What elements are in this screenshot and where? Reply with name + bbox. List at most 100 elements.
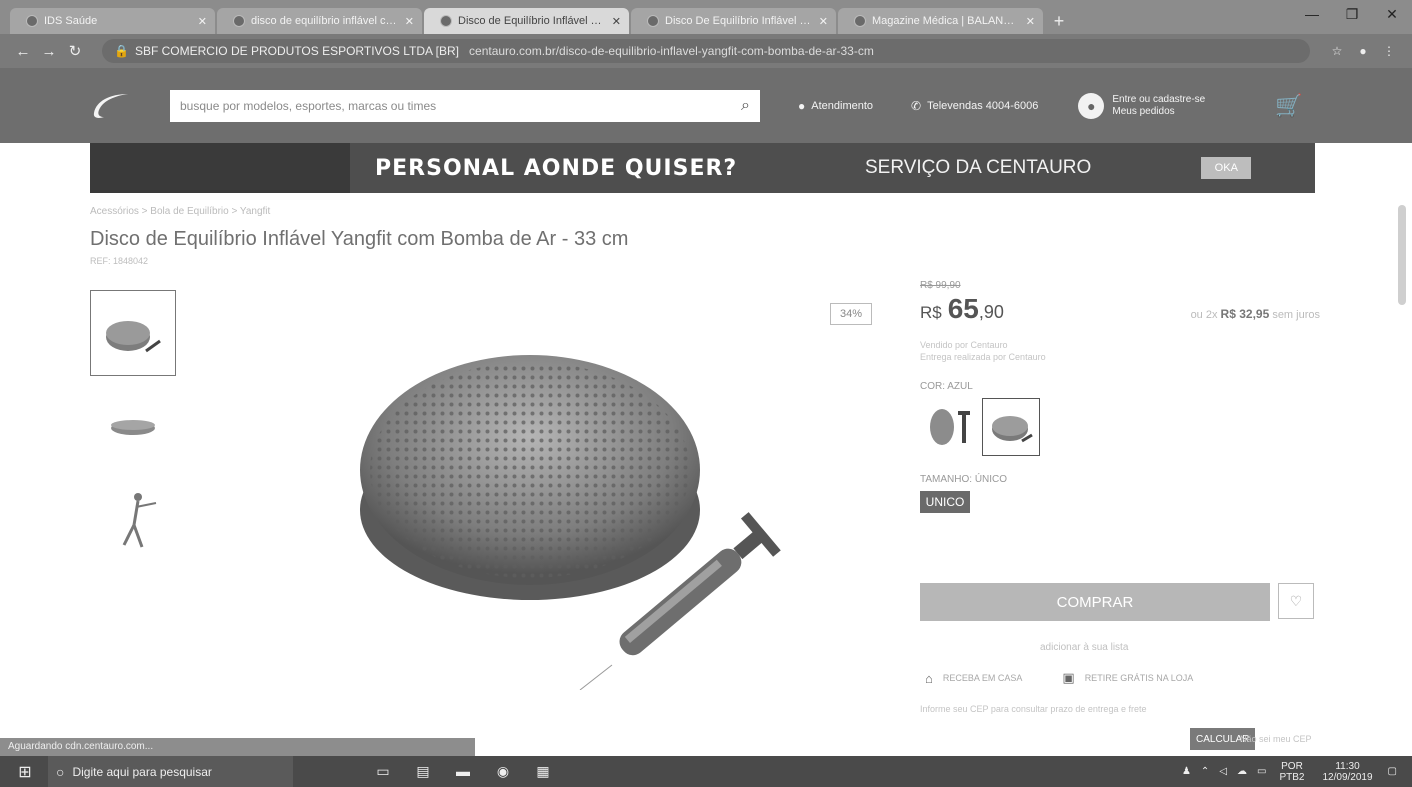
tab-favicon-icon xyxy=(26,15,38,27)
price-row: R$ 65 ,90 ou 2x R$ 32,95 sem juros xyxy=(920,293,1320,325)
delivered-by: Entrega realizada por Centauro xyxy=(920,352,1046,362)
chevron-up-icon[interactable]: ⌃ xyxy=(1201,766,1209,777)
search-placeholder: busque por modelos, esportes, marcas ou … xyxy=(180,98,437,113)
heart-icon[interactable]: ♡ xyxy=(1278,583,1314,619)
browser-tab[interactable]: Disco De Equilíbrio Inflável Cam ✕ xyxy=(631,8,836,34)
extension-icon[interactable]: ● xyxy=(1352,44,1374,58)
thumb-disc-image xyxy=(106,321,161,353)
window-controls: — ❐ ✕ xyxy=(1292,0,1412,28)
taskbar-clock[interactable]: 11:30 12/09/2019 xyxy=(1322,761,1372,783)
windows-start-icon[interactable]: ⊞ xyxy=(10,762,40,782)
close-window-icon[interactable]: ✕ xyxy=(1372,0,1412,28)
televendas-link[interactable]: ✆ Televendas 4004-6006 xyxy=(911,99,1038,113)
maximize-icon[interactable]: ❐ xyxy=(1332,0,1372,28)
orders-label: Meus pedidos xyxy=(1112,105,1175,117)
product-ref: REF: 1848042 xyxy=(90,256,149,266)
dont-know-cep-link[interactable]: Não sei meu CEP xyxy=(1240,734,1312,744)
url-input[interactable]: 🔒 SBF COMERCIO DE PRODUTOS ESPORTIVOS LT… xyxy=(102,39,1310,63)
page-scrollbar[interactable] xyxy=(1398,205,1406,305)
search-input[interactable]: busque por modelos, esportes, marcas ou … xyxy=(170,89,760,122)
minimize-icon[interactable]: — xyxy=(1292,0,1332,28)
thumb-disc-side-image xyxy=(111,420,155,435)
word-icon[interactable]: ▦ xyxy=(523,763,563,780)
taskbar-search-input[interactable]: ○ Digite aqui para pesquisar xyxy=(48,756,293,787)
close-icon[interactable]: ✕ xyxy=(198,15,207,28)
cart-icon[interactable]: 🛒 xyxy=(1275,93,1302,119)
browser-tab[interactable]: Magazine Médica | BALANCINHO ✕ xyxy=(838,8,1043,34)
taskbar-search-placeholder: Digite aqui para pesquisar xyxy=(72,764,212,779)
network-icon[interactable]: ▭ xyxy=(1257,766,1266,777)
promo-banner[interactable]: PERSONAL AONDE QUISER? SERVIÇO DA CENTAU… xyxy=(90,143,1315,193)
store-icon: ▣ xyxy=(1062,670,1075,685)
installments-suffix: sem juros xyxy=(1272,309,1320,321)
address-bar: ← → ↻ 🔒 SBF COMERCIO DE PRODUTOS ESPORTI… xyxy=(0,34,1412,68)
forward-icon[interactable]: → xyxy=(38,43,60,60)
color-option-disc[interactable] xyxy=(982,398,1040,456)
home-icon: ⌂ xyxy=(925,670,933,686)
add-to-list-link[interactable]: adicionar à sua lista xyxy=(1040,642,1128,653)
mail-icon[interactable]: ▬ xyxy=(443,763,483,780)
account-link[interactable]: ● Entre ou cadastre-se Meus pedidos xyxy=(1078,92,1206,119)
system-tray: ♟ ⌃ ◁ ☁ ▭ POR PTB2 11:30 12/09/2019 ▢ xyxy=(1177,761,1412,783)
size-option-unico[interactable]: UNICO xyxy=(920,491,970,513)
file-explorer-icon[interactable]: ▤ xyxy=(403,763,443,780)
login-label: Entre ou cadastre-se xyxy=(1112,93,1206,105)
product-main-image[interactable] xyxy=(330,310,790,690)
delivery-options: ⌂ RECEBA EM CASA ▣ RETIRE GRÁTIS NA LOJA xyxy=(925,670,1233,686)
lock-icon: 🔒 xyxy=(114,44,129,58)
language-indicator[interactable]: POR PTB2 xyxy=(1279,761,1304,783)
banner-service: SERVIÇO DA CENTAURO xyxy=(865,157,1092,178)
atendimento-link[interactable]: ● Atendimento xyxy=(798,99,873,113)
tab-favicon-icon xyxy=(233,15,245,27)
old-price: R$ 99,90 xyxy=(920,280,961,291)
atendimento-label: Atendimento xyxy=(811,99,874,112)
sold-by: Vendido por Centauro xyxy=(920,340,1008,350)
centauro-logo-icon[interactable] xyxy=(90,91,130,121)
price-cents: ,90 xyxy=(978,302,1004,322)
reload-icon[interactable]: ↻ xyxy=(64,42,86,60)
tab-favicon-icon xyxy=(440,15,452,27)
search-icon[interactable]: ⌕ xyxy=(741,97,750,115)
receive-home-option[interactable]: RECEBA EM CASA xyxy=(943,673,1023,683)
menu-icon[interactable]: ⋮ xyxy=(1378,44,1400,58)
browser-tab-active[interactable]: Disco de Equilíbrio Inflável Yangf ✕ xyxy=(424,8,629,34)
volume-icon[interactable]: ◁ xyxy=(1219,766,1227,777)
notification-icon[interactable]: ▢ xyxy=(1388,766,1397,777)
tab-label: Magazine Médica | BALANCINHO xyxy=(872,15,1020,27)
color-option-disc-pump[interactable] xyxy=(920,398,978,456)
televendas-label: Televendas 4004-6006 xyxy=(927,99,1039,112)
user-icon: ● xyxy=(1078,92,1105,119)
color-label: COR: AZUL xyxy=(920,381,973,392)
cloud-icon[interactable]: ☁ xyxy=(1237,766,1247,777)
close-icon[interactable]: ✕ xyxy=(612,15,621,28)
language-bottom: PTB2 xyxy=(1279,771,1305,783)
task-view-icon[interactable]: ▭ xyxy=(363,763,403,780)
tab-favicon-icon xyxy=(647,15,659,27)
new-tab-button[interactable]: + xyxy=(1045,8,1073,34)
certificate-label: SBF COMERCIO DE PRODUTOS ESPORTIVOS LTDA… xyxy=(134,44,460,58)
thumbnail-disc-pump[interactable] xyxy=(90,290,176,376)
breadcrumb[interactable]: Acessórios > Bola de Equilíbrio > Yangfi… xyxy=(90,206,270,217)
clock-time: 11:30 xyxy=(1335,760,1360,772)
installments-value: R$ 32,95 xyxy=(1220,307,1270,321)
close-icon[interactable]: ✕ xyxy=(1026,15,1035,28)
pickup-option[interactable]: RETIRE GRÁTIS NA LOJA xyxy=(1085,673,1194,683)
back-icon[interactable]: ← xyxy=(12,43,34,60)
people-icon[interactable]: ♟ xyxy=(1182,766,1191,777)
installments-prefix: ou 2x xyxy=(1190,309,1218,321)
thumbnail-disc-side[interactable] xyxy=(90,383,176,469)
banner-image xyxy=(90,143,350,193)
close-icon[interactable]: ✕ xyxy=(405,15,414,28)
chrome-icon[interactable]: ◉ xyxy=(483,763,523,780)
buy-button[interactable]: COMPRAR xyxy=(920,583,1270,621)
browser-status-bar: Aguardando cdn.centauro.com... xyxy=(0,738,475,756)
browser-tab[interactable]: disco de equilíbrio inflável comp ✕ xyxy=(217,8,422,34)
banner-headline: PERSONAL AONDE QUISER? xyxy=(375,155,738,181)
close-icon[interactable]: ✕ xyxy=(819,15,828,28)
buy-row: COMPRAR ♡ xyxy=(920,583,1314,621)
phone-icon: ✆ xyxy=(911,98,922,113)
bookmark-star-icon[interactable]: ☆ xyxy=(1326,44,1348,58)
thumbnail-person-exercise[interactable] xyxy=(90,480,176,566)
tab-label: Disco de Equilíbrio Inflável Yangf xyxy=(458,15,606,27)
browser-tab[interactable]: IDS Saúde ✕ xyxy=(10,8,215,34)
